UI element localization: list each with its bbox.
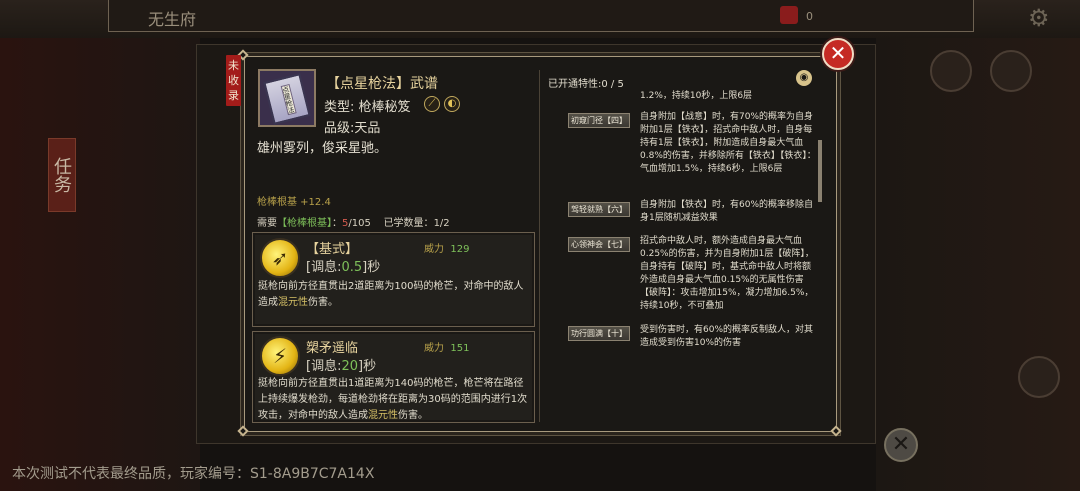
right-side-panel xyxy=(876,38,1080,491)
traits-header: 已开通特性:0 / 5 xyxy=(548,79,624,90)
skill-cooldown: [调息:20]秒 xyxy=(306,359,377,374)
spear-skill-icon: ➶ xyxy=(260,238,300,278)
currency-icon xyxy=(780,6,798,24)
base-bonus: 枪棒根基 +12.4 xyxy=(257,197,331,208)
skill-name: 槊矛遥临 xyxy=(306,341,359,356)
traits-scrollbar[interactable] xyxy=(818,140,822,202)
left-side-panel xyxy=(0,38,200,491)
column-divider xyxy=(539,70,540,422)
book-icon: 点星枪法 xyxy=(263,73,311,125)
trait-text-partial: 1.2%，持续10秒，上限6层 xyxy=(640,91,753,101)
trait-button[interactable]: 功行圆满【十】 xyxy=(568,326,630,341)
book-cover-label: 点星枪法 xyxy=(280,83,297,116)
skill-power: 威力 151 xyxy=(424,343,470,354)
trait-description: 受到伤害时，有60%的概率反制敌人，对其造成受到伤害10%的伤害 xyxy=(640,325,814,348)
trait-button[interactable]: 驾轻就熟【六】 xyxy=(568,202,630,217)
item-name: 【点星枪法】武谱 xyxy=(326,76,438,92)
skill-description: 挺枪向前方径直贯出1道距离为140码的枪芒，枪芒将在路径上持续爆发枪劲，每道枪劲… xyxy=(258,378,528,421)
manual-icon: 点星枪法 xyxy=(258,69,316,127)
currency-count: 0 xyxy=(806,10,813,23)
spear-type-icon: ⟋ xyxy=(424,96,440,112)
trait-description: 自身附加【战意】时，有70%的概率为自身附加1层【铁衣】，招式命中敌人时，自身每… xyxy=(640,112,816,174)
location-bar xyxy=(108,0,974,32)
avatar[interactable] xyxy=(930,50,972,92)
close-button[interactable]: ✕ xyxy=(822,38,854,70)
build-notice: 本次测试不代表最终品质，玩家编号：S1-8A9B7C7A14X xyxy=(12,466,375,482)
trait-description: 自身附加【铁衣】时，有60%的概率移除自身1层随机减益效果 xyxy=(640,200,814,223)
item-grade: 品级:天品 xyxy=(324,121,381,136)
skill-name: 【基式】 xyxy=(306,242,359,257)
item-type: 类型: 枪棒秘笈 xyxy=(324,100,411,115)
skill-description: 挺枪向前方径直贯出2道距离为100码的枪芒，对命中的敌人造成混元性伤害。 xyxy=(258,281,524,308)
avatar[interactable] xyxy=(1018,356,1060,398)
skill-power: 威力 129 xyxy=(424,244,470,255)
trait-description: 招式命中敌人时，额外造成自身最大气血0.25%的伤害，并为自身附加1层【破阵】，… xyxy=(640,236,814,311)
element-icon: ◐ xyxy=(444,96,460,112)
eye-icon[interactable]: ◉ xyxy=(796,70,812,86)
requirement-line: 需要【枪棒根基】：5/105 已学数量：1/2 xyxy=(257,218,450,229)
task-tab[interactable]: 任务 xyxy=(48,138,76,212)
location-title: 无生府 xyxy=(148,10,197,29)
trait-button[interactable]: 初窥门径【四】 xyxy=(568,113,630,128)
spear-skill-icon: ⚡ xyxy=(260,336,300,376)
avatar[interactable] xyxy=(990,50,1032,92)
close-icon[interactable]: ✕ xyxy=(884,428,918,462)
trait-button[interactable]: 心领神会【七】 xyxy=(568,237,630,252)
skill-cooldown: [调息:0.5]秒 xyxy=(306,260,381,275)
gear-icon[interactable]: ⚙ xyxy=(1028,4,1050,32)
status-badge: 未收录 xyxy=(226,55,241,106)
item-flavor-text: 雄州雾列，俊采星驰。 xyxy=(257,141,388,156)
